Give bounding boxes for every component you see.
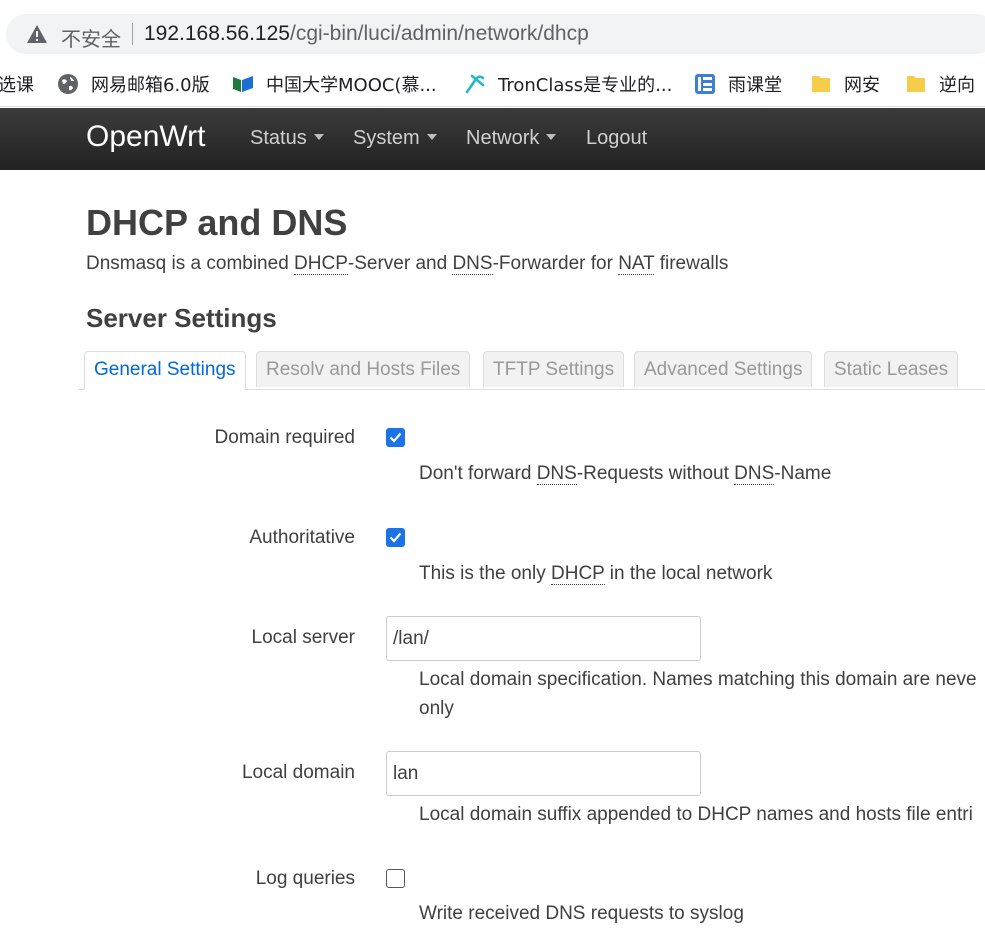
- bookmark-xuanke[interactable]: 选课: [0, 70, 34, 98]
- url-host: 192.168.56.125: [144, 22, 290, 45]
- section-title: Server Settings: [86, 303, 277, 333]
- nav-status[interactable]: Status: [250, 127, 324, 150]
- help-text: -Requests without: [576, 463, 735, 484]
- bookmark-label: 中国大学MOOC(慕...: [266, 75, 437, 96]
- brand-logo[interactable]: OpenWrt: [86, 120, 206, 154]
- nav-logout[interactable]: Logout: [586, 127, 647, 150]
- bookmarks-bar: 选课 网易邮箱6.0版 中国大学MOOC(慕... TronClass是专业的.…: [0, 62, 985, 107]
- yuketang-icon: [695, 74, 715, 94]
- help-text: Don't forward: [419, 463, 537, 484]
- domain-required-help: Don't forward DNS-Requests without DNS-N…: [419, 459, 831, 488]
- folder-icon: [907, 76, 925, 92]
- checkmark-icon: [389, 432, 402, 443]
- bookmark-mooc[interactable]: 中国大学MOOC(慕...: [232, 70, 437, 98]
- bookmark-label: TronClass是专业的...: [498, 75, 673, 96]
- log-queries-help: Write received DNS requests to syslog: [419, 903, 744, 924]
- settings-tabs: General Settings Resolv and Hosts Files …: [78, 351, 985, 390]
- url-separator: [132, 23, 133, 45]
- page-description: Dnsmasq is a combined DHCP-Server and DN…: [86, 253, 728, 275]
- bookmark-label: 雨课堂: [728, 75, 782, 96]
- checkmark-icon: [389, 532, 402, 543]
- nav-system[interactable]: System: [353, 127, 437, 150]
- local-domain-input[interactable]: lan: [386, 751, 701, 796]
- help-text: This is the only: [419, 563, 551, 584]
- bookmark-nixiang[interactable]: 逆向: [905, 70, 975, 98]
- globe-icon: [58, 74, 78, 94]
- nav-system-label: System: [353, 127, 420, 149]
- tab-general-settings[interactable]: General Settings: [84, 351, 246, 390]
- desc-text: -Server and: [347, 253, 453, 274]
- abbr-dns: DNS: [734, 463, 775, 485]
- tab-advanced-settings[interactable]: Advanced Settings: [634, 351, 813, 387]
- help-line: Local domain specification. Names matchi…: [419, 669, 977, 690]
- caret-down-icon: [546, 134, 557, 140]
- domain-required-checkbox[interactable]: [386, 428, 405, 447]
- abbr-dhcp: DHCP: [551, 563, 605, 585]
- local-server-label: Local server: [251, 627, 356, 648]
- tronclass-icon: [465, 74, 485, 94]
- log-queries-checkbox[interactable]: [386, 869, 405, 888]
- warning-icon[interactable]: [26, 24, 48, 44]
- caret-down-icon: [313, 134, 324, 140]
- help-text: -Name: [774, 463, 832, 484]
- bookmark-yuketang[interactable]: 雨课堂: [694, 70, 782, 98]
- local-domain-help: Local domain suffix appended to DHCP nam…: [419, 804, 973, 825]
- tab-resolv-hosts-files[interactable]: Resolv and Hosts Files: [256, 351, 471, 387]
- bookmark-tronclass[interactable]: TronClass是专业的...: [464, 70, 672, 98]
- log-queries-label: Log queries: [255, 868, 355, 889]
- folder-icon: [812, 76, 830, 92]
- domain-required-label: Domain required: [214, 427, 355, 448]
- desc-text: firewalls: [654, 253, 729, 274]
- abbr-dns: DNS: [536, 463, 577, 485]
- desc-text: Dnsmasq is a combined: [86, 253, 295, 274]
- security-label[interactable]: 不安全: [61, 23, 121, 52]
- help-text: in the local network: [604, 563, 773, 584]
- tab-static-leases[interactable]: Static Leases: [824, 351, 959, 387]
- bookmark-label: 网易邮箱6.0版: [91, 75, 210, 96]
- local-server-help: Local domain specification. Names matchi…: [419, 665, 977, 723]
- nav-status-label: Status: [250, 127, 307, 149]
- authoritative-help: This is the only DHCP in the local netwo…: [419, 559, 772, 588]
- nav-network[interactable]: Network: [466, 127, 557, 150]
- authoritative-label: Authoritative: [249, 527, 355, 548]
- url-path: /cgi-bin/luci/admin/network/dhcp: [289, 22, 589, 45]
- caret-down-icon: [426, 134, 437, 140]
- abbr-dhcp: DHCP: [294, 253, 348, 275]
- desc-text: -Forwarder for: [492, 253, 619, 274]
- local-server-input[interactable]: /lan/: [386, 616, 701, 661]
- bookmark-label: 逆向: [939, 75, 975, 96]
- bookmark-label: 选课: [0, 75, 34, 96]
- authoritative-checkbox[interactable]: [386, 528, 405, 547]
- url-text[interactable]: 192.168.56.125/cgi-bin/luci/admin/networ…: [144, 22, 589, 46]
- abbr-dns: DNS: [452, 253, 493, 275]
- nav-network-label: Network: [466, 127, 540, 149]
- bookmark-label: 网安: [844, 75, 880, 96]
- abbr-nat: NAT: [618, 253, 655, 275]
- bookmark-wangan[interactable]: 网安: [810, 70, 880, 98]
- help-line: only: [419, 698, 454, 719]
- omnibox[interactable]: 不安全 192.168.56.125/cgi-bin/luci/admin/ne…: [6, 14, 985, 54]
- browser-address-bar: 不安全 192.168.56.125/cgi-bin/luci/admin/ne…: [0, 0, 985, 62]
- top-navbar: OpenWrt Status System Network Logout: [0, 108, 985, 170]
- page-title: DHCP and DNS: [86, 202, 348, 243]
- mooc-icon: [233, 76, 253, 92]
- tab-tftp-settings[interactable]: TFTP Settings: [483, 351, 625, 387]
- local-domain-label: Local domain: [241, 762, 355, 783]
- bookmark-163-mail[interactable]: 网易邮箱6.0版: [57, 70, 210, 98]
